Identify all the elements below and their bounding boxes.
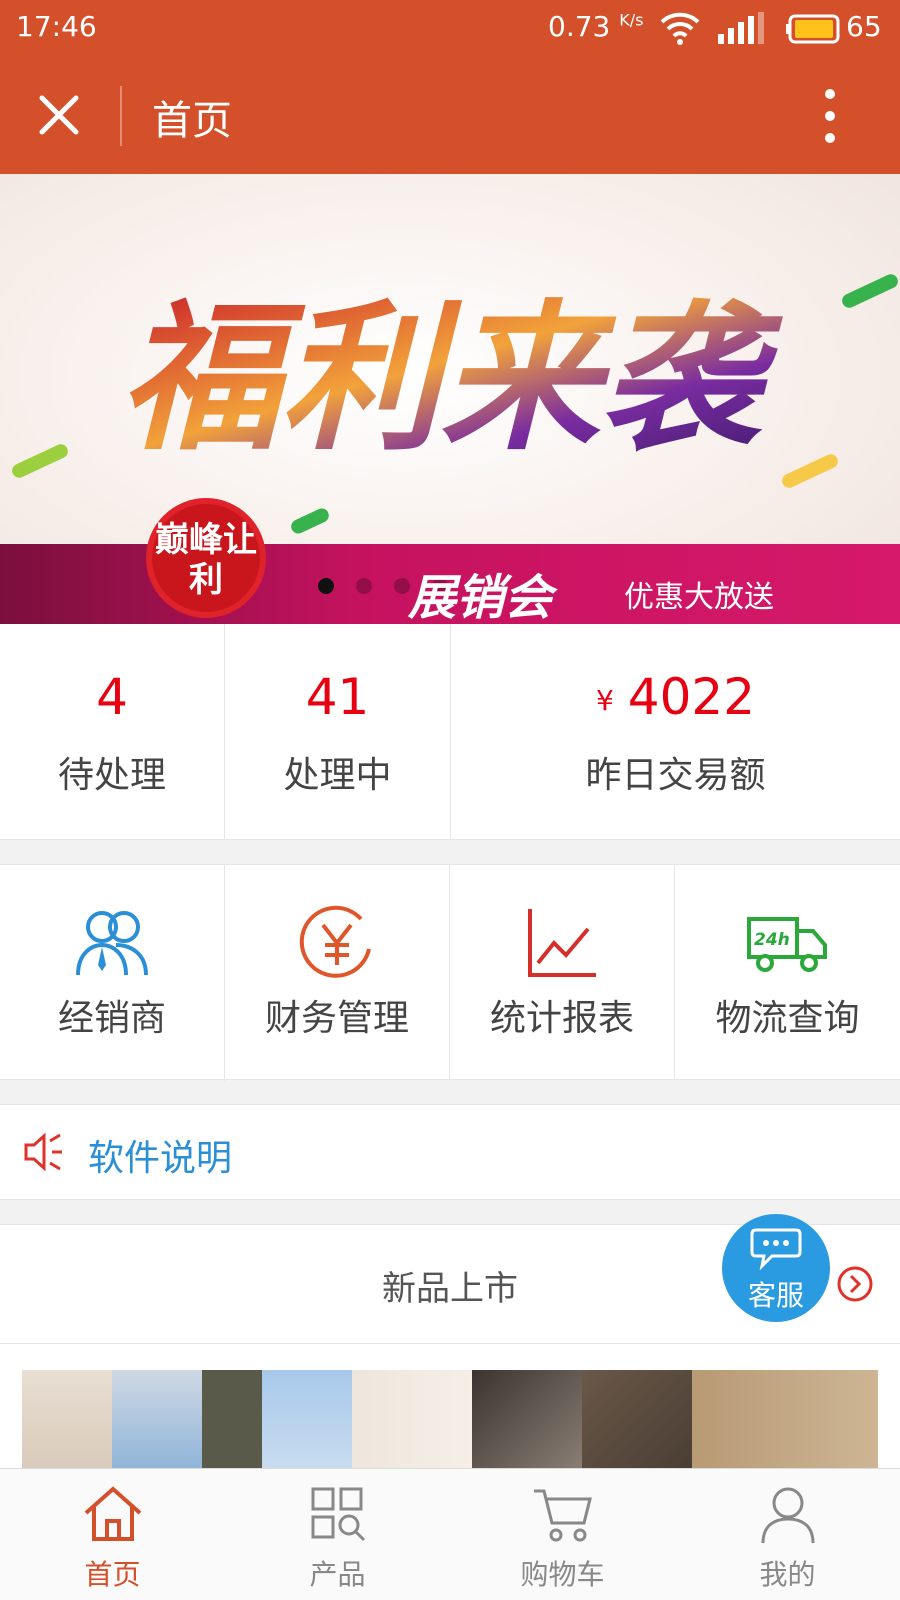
stat-label: 处理中: [283, 755, 392, 796]
more-vertical-icon[interactable]: [820, 86, 840, 146]
menu-label: 财务管理: [264, 998, 409, 1039]
confetti: [839, 271, 900, 311]
status-bar: 17:46 0.73 K/s 65: [0, 0, 900, 56]
tab-label: 我的: [759, 1558, 816, 1591]
banner-expo-text: 展销会: [408, 570, 553, 624]
stat-value: 4: [96, 668, 128, 726]
tab-label: 产品: [309, 1558, 366, 1591]
chevron-right-circle-icon[interactable]: [836, 1265, 874, 1303]
confetti: [9, 441, 71, 481]
tab-home[interactable]: 首页: [0, 1469, 225, 1600]
stat-label: 昨日交易额: [585, 755, 766, 796]
menu-label: 经销商: [57, 998, 166, 1039]
menu-logistics[interactable]: 24h 物流查询: [675, 865, 900, 1081]
stat-value: 41: [305, 668, 370, 726]
product-list: [0, 1344, 900, 1470]
tab-label: 首页: [84, 1558, 141, 1591]
menu-label: 统计报表: [489, 998, 634, 1039]
banner-dot[interactable]: [356, 578, 372, 594]
svg-text:福利来袭: 福利来袭: [120, 284, 783, 472]
service-label: 客服: [747, 1279, 804, 1312]
notice-bar[interactable]: 软件说明: [0, 1104, 900, 1200]
menu-reports[interactable]: 统计报表: [450, 865, 675, 1081]
user-icon: [761, 1487, 815, 1544]
delivery-truck-24h-icon: 24h: [747, 917, 827, 972]
status-net-unit: K/s: [619, 10, 644, 30]
signal-icon: [718, 12, 764, 44]
currency-symbol: ¥: [595, 684, 614, 717]
menu-finance[interactable]: 财务管理: [225, 865, 450, 1081]
chat-bubble-icon: [750, 1228, 802, 1270]
notice-text[interactable]: 软件说明: [88, 1129, 232, 1181]
headline-calligraphy: 福利来袭: [120, 284, 783, 472]
yen-circle-icon: [299, 905, 371, 978]
stat-label: 待处理: [57, 755, 166, 796]
tab-cart[interactable]: 购物车: [450, 1469, 675, 1600]
promo-banner[interactable]: 福利来袭 巅峰让利 展销会 优惠大放送: [0, 174, 900, 624]
grid-search-icon: [311, 1487, 366, 1542]
status-net-speed: 0.73 K/s: [548, 10, 644, 43]
title-bar: 首页: [0, 56, 900, 174]
wifi-icon: [660, 12, 700, 45]
stats-panel: 4 待处理 41 处理中 ¥4022 昨日交易额: [0, 624, 900, 840]
page-title: 首页: [152, 98, 232, 144]
tab-products[interactable]: 产品: [225, 1469, 450, 1600]
title-divider: [120, 86, 122, 146]
banner-seal: 巅峰让利: [152, 504, 260, 612]
battery-icon: [786, 14, 840, 44]
stat-value: ¥4022: [595, 668, 756, 726]
product-image[interactable]: [22, 1370, 878, 1470]
stat-pending[interactable]: 4 待处理: [0, 624, 225, 840]
cart-icon: [534, 1489, 592, 1542]
menu-dealers[interactable]: 经销商: [0, 865, 225, 1081]
svg-text:24h: 24h: [754, 930, 790, 950]
status-time: 17:46: [16, 10, 97, 43]
banner-dot[interactable]: [318, 578, 334, 594]
users-icon: [76, 911, 148, 976]
stat-processing[interactable]: 41 处理中: [225, 624, 451, 840]
speaker-icon: [24, 1132, 62, 1172]
customer-service-button[interactable]: 客服: [722, 1214, 830, 1322]
stat-yesterday-volume[interactable]: ¥4022 昨日交易额: [451, 624, 900, 840]
banner-promo-text: 优惠大放送: [624, 580, 774, 615]
line-chart-icon: [528, 909, 596, 977]
close-icon[interactable]: [34, 90, 84, 140]
tab-profile[interactable]: 我的: [675, 1469, 900, 1600]
function-menu: 经销商 财务管理 统计报表 24h 物流查询: [0, 864, 900, 1081]
home-icon: [84, 1486, 142, 1541]
tab-label: 购物车: [520, 1558, 605, 1591]
menu-label: 物流查询: [715, 998, 860, 1039]
bottom-nav: 首页 产品 购物车 我的: [0, 1468, 900, 1600]
battery-level: 65: [846, 10, 882, 43]
confetti: [288, 506, 332, 536]
